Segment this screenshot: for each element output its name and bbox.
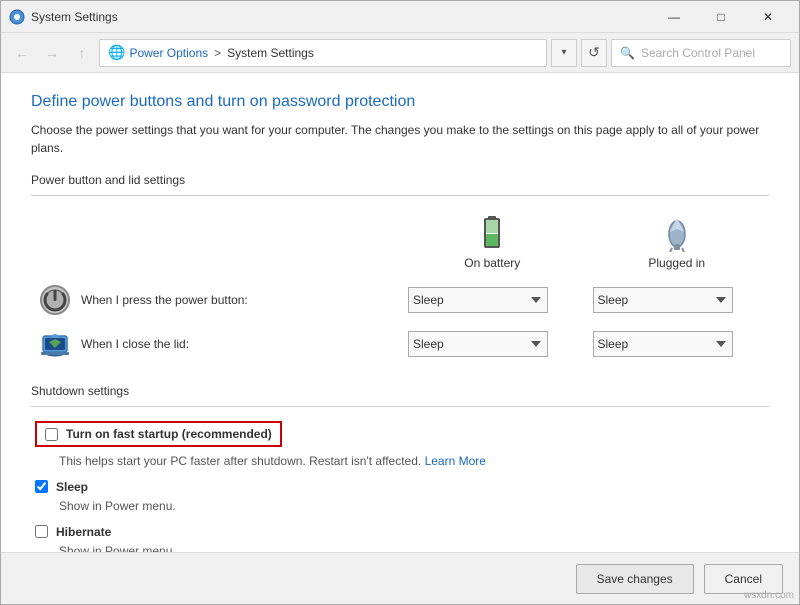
- sleep-row: Sleep: [35, 480, 769, 494]
- hibernate-description: Show in Power menu.: [59, 543, 769, 552]
- power-settings-table: On battery: [31, 210, 769, 366]
- shutdown-section-label: Shutdown settings: [31, 384, 769, 398]
- section-divider: [31, 195, 769, 196]
- titlebar-title: System Settings: [31, 10, 651, 24]
- page-title: Define power buttons and turn on passwor…: [31, 93, 769, 111]
- plugged-in-icon: [662, 216, 692, 252]
- page-description: Choose the power settings that you want …: [31, 121, 769, 157]
- shutdown-divider: [31, 406, 769, 407]
- search-placeholder: Search Control Panel: [641, 46, 755, 60]
- maximize-button[interactable]: □: [698, 1, 744, 33]
- power-button-icon-container: [39, 284, 71, 316]
- back-button[interactable]: ←: [9, 40, 35, 66]
- lid-row: When I close the lid: Sleep Do nothing H…: [31, 322, 769, 366]
- titlebar-app-icon: [9, 9, 25, 25]
- lid-on-battery-select[interactable]: Sleep Do nothing Hibernate Shut down: [408, 331, 548, 357]
- fast-startup-checkbox[interactable]: [45, 428, 58, 441]
- hibernate-label: Hibernate: [56, 525, 111, 539]
- power-button-setting: When I press the power button:: [39, 284, 392, 316]
- forward-button[interactable]: →: [39, 40, 65, 66]
- lid-plugged-in-select[interactable]: Sleep Do nothing Hibernate Shut down: [593, 331, 733, 357]
- lid-label: When I close the lid:: [81, 337, 189, 351]
- fast-startup-row: Turn on fast startup (recommended): [35, 421, 282, 447]
- up-button[interactable]: ↑: [69, 40, 95, 66]
- search-icon: 🔍: [620, 46, 635, 60]
- power-button-plugged-in-select[interactable]: Sleep Do nothing Hibernate Shut down: [593, 287, 733, 313]
- footer: Save changes Cancel: [1, 552, 799, 604]
- hibernate-checkbox[interactable]: [35, 525, 48, 538]
- lid-icon: [39, 328, 71, 360]
- on-battery-header: On battery: [408, 214, 577, 270]
- battery-icon: [481, 214, 503, 252]
- minimize-button[interactable]: —: [651, 1, 697, 33]
- watermark: wsxdn.com: [744, 590, 794, 601]
- system-settings-window: System Settings — □ ✕ ← → ↑ 🌐 Power Opti…: [0, 0, 800, 605]
- main-content: Define power buttons and turn on passwor…: [1, 73, 799, 552]
- breadcrumb-separator: >: [214, 46, 221, 60]
- breadcrumb-current: System Settings: [227, 46, 314, 60]
- power-button-label: When I press the power button:: [81, 293, 248, 307]
- sleep-checkbox[interactable]: [35, 480, 48, 493]
- fast-startup-description: This helps start your PC faster after sh…: [59, 453, 769, 470]
- close-button[interactable]: ✕: [745, 1, 791, 33]
- hibernate-row: Hibernate: [35, 525, 769, 539]
- lid-setting: When I close the lid:: [39, 328, 392, 360]
- on-battery-label: On battery: [464, 256, 520, 270]
- search-box[interactable]: 🔍 Search Control Panel: [611, 39, 791, 67]
- fast-startup-label: Turn on fast startup (recommended): [66, 427, 272, 441]
- learn-more-link[interactable]: Learn More: [425, 454, 486, 468]
- sleep-label: Sleep: [56, 480, 88, 494]
- sleep-description: Show in Power menu.: [59, 498, 769, 515]
- shutdown-section: Shutdown settings Turn on fast startup (…: [31, 384, 769, 552]
- plugged-in-header: Plugged in: [593, 216, 762, 270]
- address-chevron[interactable]: ▾: [551, 39, 577, 67]
- refresh-button[interactable]: ↺: [581, 39, 607, 67]
- path-icon: 🌐: [108, 44, 125, 61]
- titlebar: System Settings — □ ✕: [1, 1, 799, 33]
- cancel-button[interactable]: Cancel: [704, 564, 783, 594]
- power-button-on-battery-select[interactable]: Sleep Do nothing Hibernate Shut down: [408, 287, 548, 313]
- power-button-row: When I press the power button: Sleep Do …: [31, 278, 769, 322]
- addressbar: ← → ↑ 🌐 Power Options > System Settings …: [1, 33, 799, 73]
- plugged-in-label: Plugged in: [648, 256, 705, 270]
- breadcrumb-power-options[interactable]: Power Options: [129, 46, 208, 60]
- lid-icon-container: [39, 328, 71, 360]
- power-button-icon: [39, 284, 71, 316]
- address-path: 🌐 Power Options > System Settings: [99, 39, 547, 67]
- save-changes-button[interactable]: Save changes: [576, 564, 694, 594]
- titlebar-buttons: — □ ✕: [651, 1, 791, 33]
- power-button-section-label: Power button and lid settings: [31, 173, 769, 187]
